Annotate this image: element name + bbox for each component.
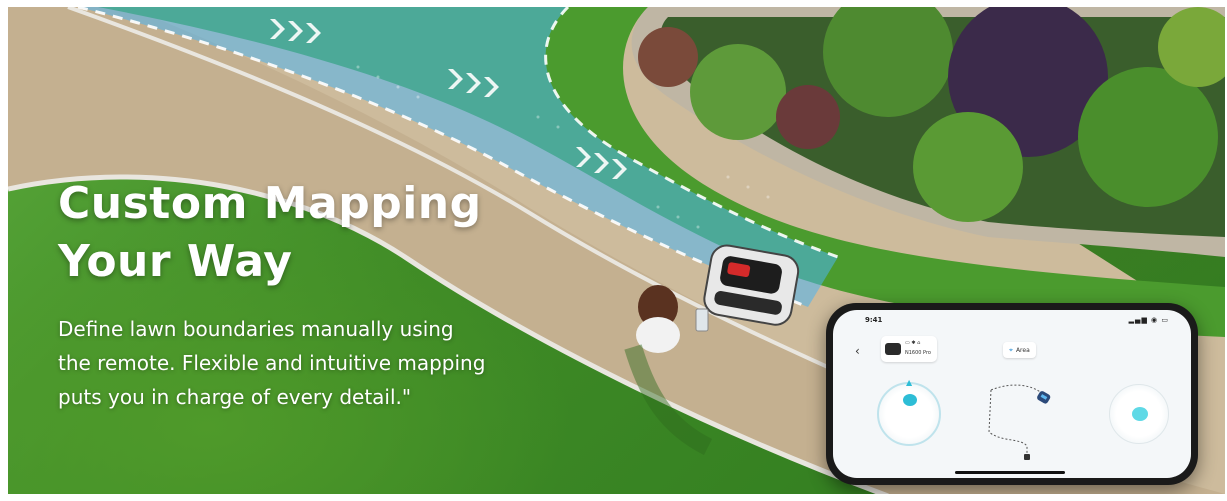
joystick-up-arrow-icon: ▲ xyxy=(906,378,913,387)
back-chevron-icon[interactable]: ‹ xyxy=(855,344,860,358)
area-button[interactable]: ⌖ Area xyxy=(1003,342,1036,358)
hero-description: Define lawn boundaries manually using th… xyxy=(58,312,578,414)
joystick-knob-left[interactable] xyxy=(903,394,917,406)
hero-headline-line-1: Custom Mapping xyxy=(58,178,482,229)
status-time: 9:41 xyxy=(865,316,883,324)
phone-screen: 9:41 ▂▄▆ ◉ ▭ ‹ ▭ ✱ ⌂ N1600 Pro ⌖ Area ▲ xyxy=(833,310,1191,478)
hero-description-line-1: Define lawn boundaries manually using xyxy=(58,317,454,341)
area-icon: ⌖ xyxy=(1009,345,1013,354)
hero-headline-line-2: Your Way xyxy=(58,236,293,287)
hero-headline: Custom Mapping Your Way xyxy=(58,175,558,291)
device-name: N1600 Pro xyxy=(905,350,931,356)
hero-description-line-3: puts you in charge of every detail." xyxy=(58,385,412,409)
hero-description-line-2: the remote. Flexible and intuitive mappi… xyxy=(58,351,486,375)
hero-banner: Custom Mapping Your Way Define lawn boun… xyxy=(8,7,1225,494)
drive-joystick-right[interactable] xyxy=(1109,384,1169,444)
boundary-path-map xyxy=(988,384,1051,460)
mower-thumbnail-icon xyxy=(885,343,901,355)
joystick-knob-right[interactable] xyxy=(1132,407,1148,421)
home-indicator xyxy=(955,471,1065,474)
device-selector[interactable]: ▭ ✱ ⌂ N1600 Pro xyxy=(881,336,937,362)
phone-mockup: 9:41 ▂▄▆ ◉ ▭ ‹ ▭ ✱ ⌂ N1600 Pro ⌖ Area ▲ xyxy=(826,303,1198,485)
area-button-label: Area xyxy=(1015,346,1030,354)
drive-joystick-left[interactable]: ▲ xyxy=(877,378,941,446)
device-status-icons: ▭ ✱ ⌂ xyxy=(905,340,921,346)
status-signal-wifi-battery-icon: ▂▄▆ ◉ ▭ xyxy=(1128,316,1169,324)
